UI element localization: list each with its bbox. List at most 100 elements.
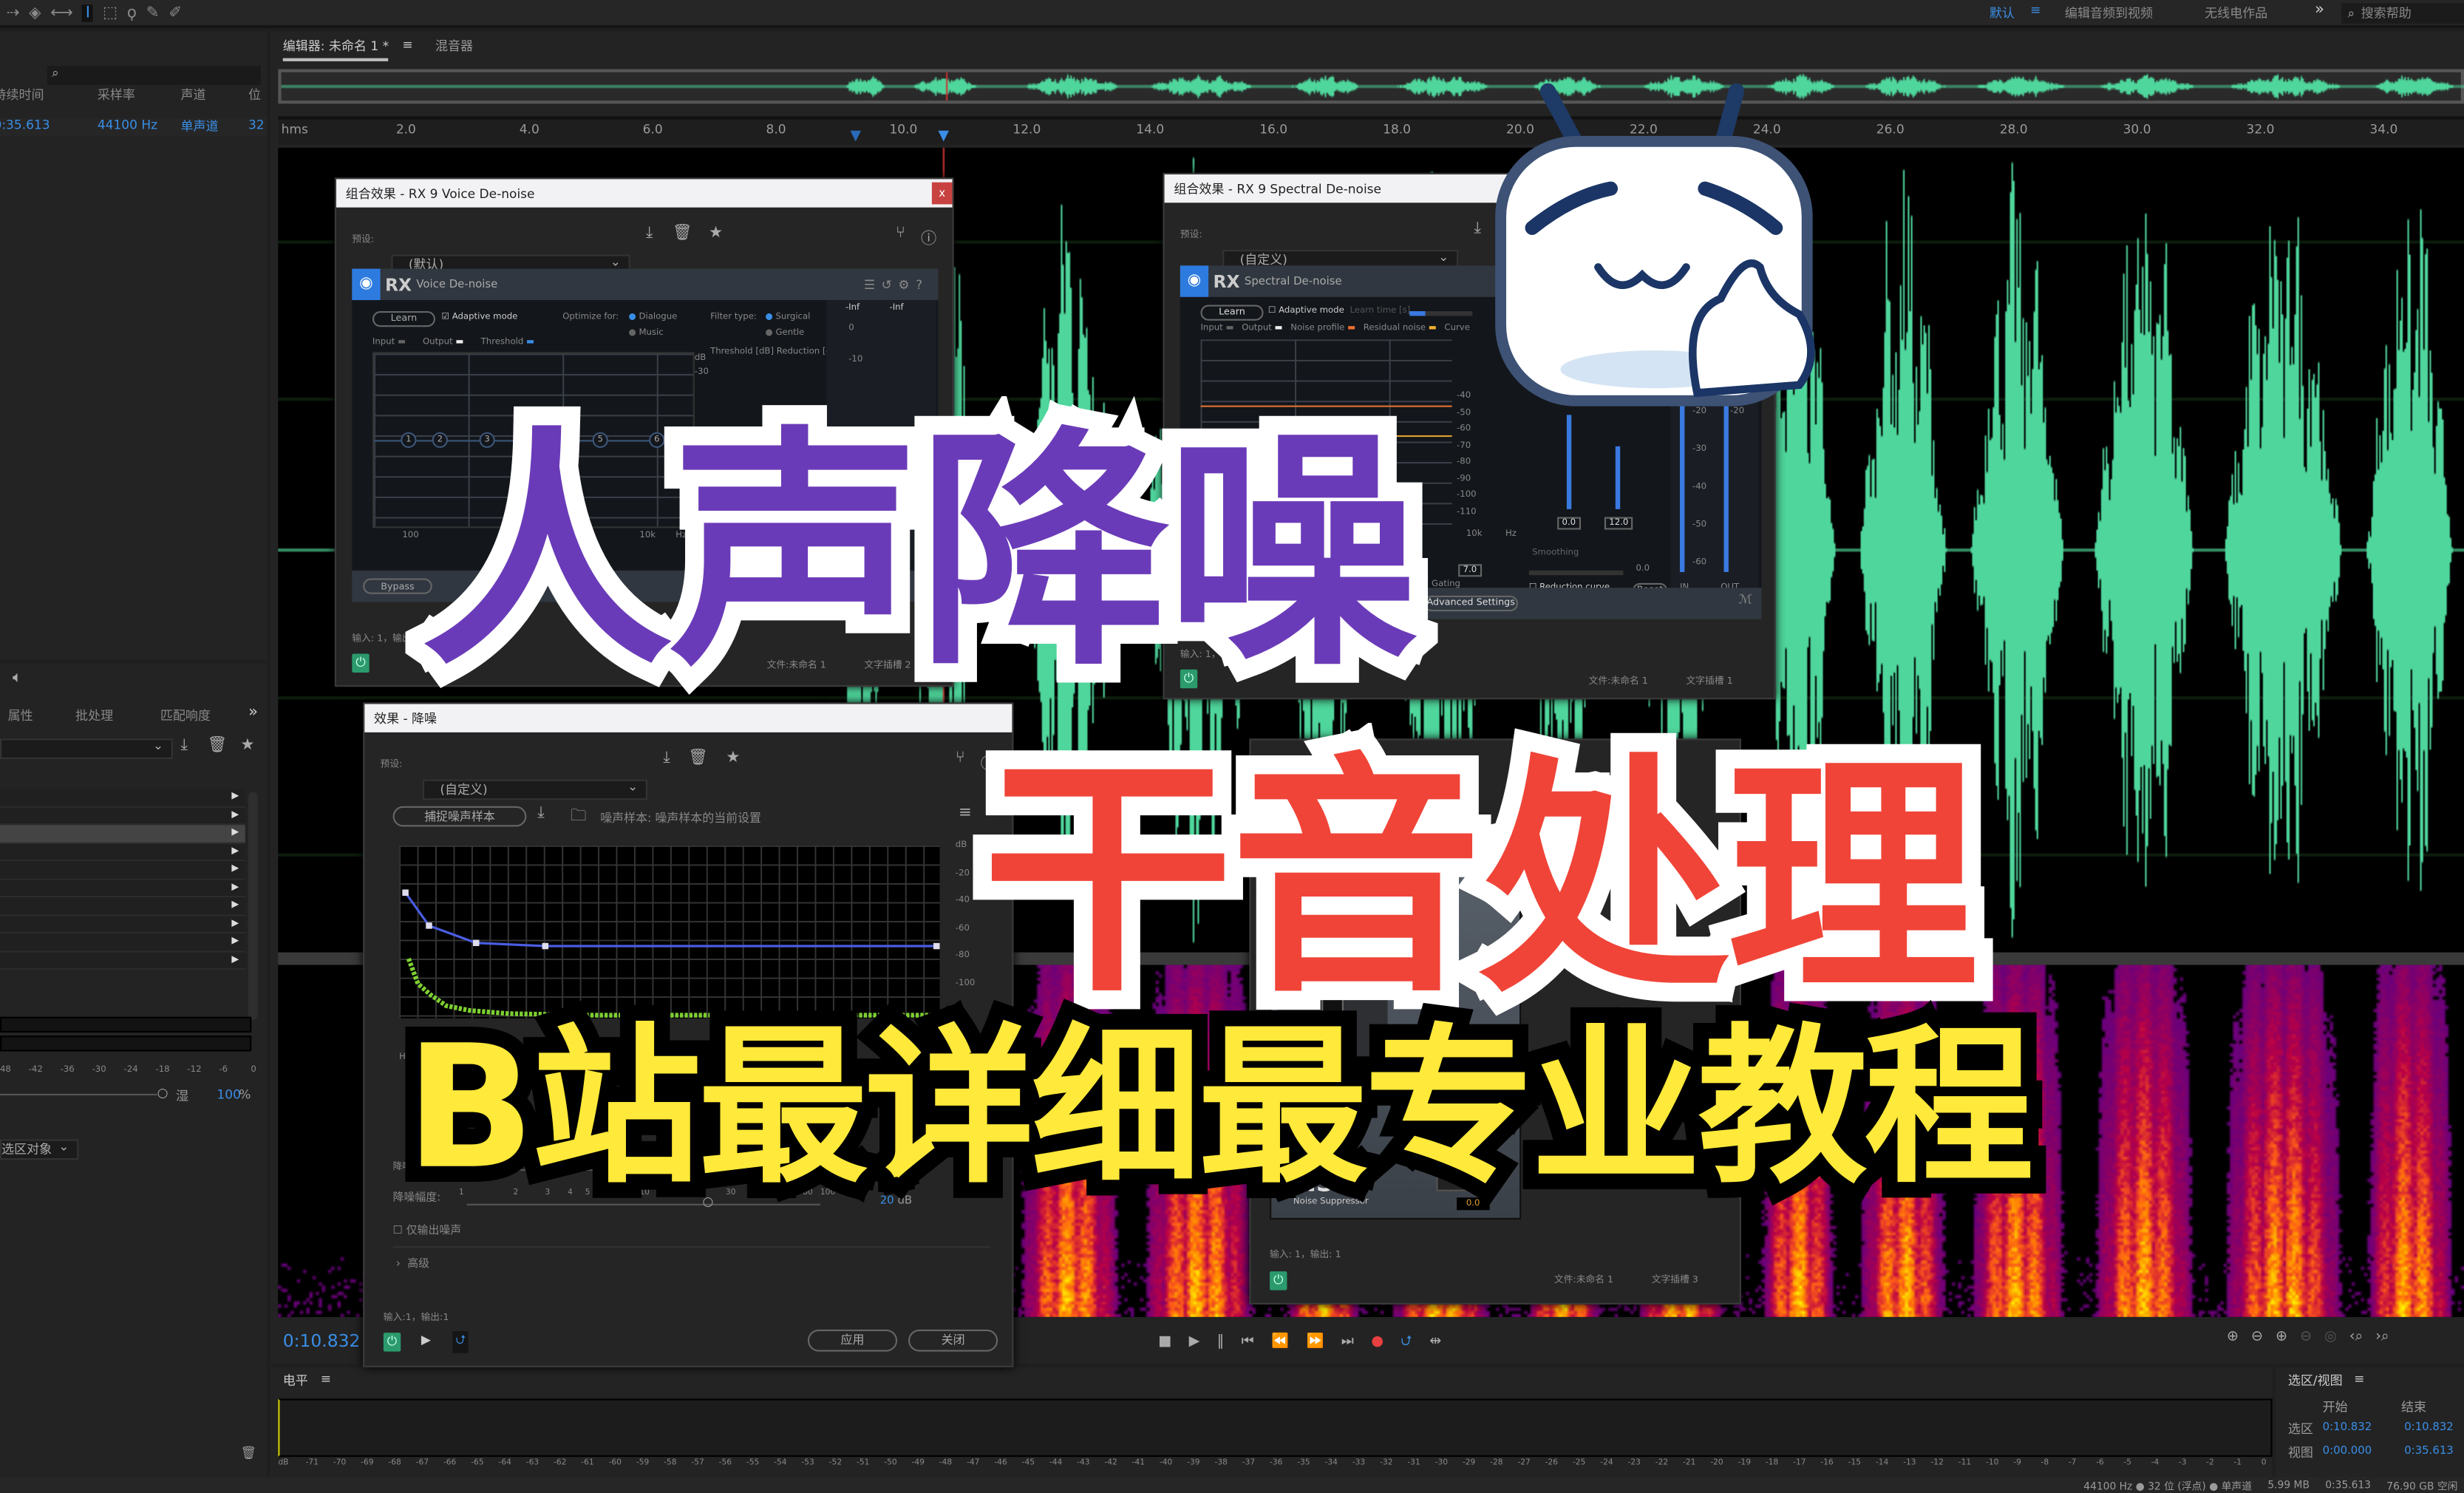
process-dropdown[interactable]: 选区对象 [0, 1137, 79, 1160]
zoom-in-left-icon[interactable]: ‹⌕ [2349, 1330, 2363, 1345]
adaptive-checkbox[interactable]: ☐ Adaptive mode [1268, 307, 1344, 316]
time-ruler[interactable]: hms 2.0 4.0 6.0 8.0 10.0 12.0 14.0 16.0 18.0 20.0… [278, 116, 2464, 145]
radio-gentle[interactable]: ● Gentle [765, 328, 804, 338]
col-bits[interactable]: 位 [248, 86, 261, 103]
file-row[interactable]: 0:35.613 44100 Hz 单声道 32 [0, 118, 268, 137]
dialog-title-bar[interactable]: 组合效果 - RX 9 Voice De-noise [336, 179, 953, 208]
mix-slider-track[interactable] [0, 1093, 157, 1096]
close-button[interactable]: x [931, 182, 953, 205]
brush-tool-icon[interactable]: ✎ [146, 4, 160, 21]
col-duration[interactable]: 持续时间 [0, 86, 44, 103]
slot-expand-icon[interactable]: ▶ [231, 791, 239, 802]
tab-batch[interactable]: 批处理 [75, 707, 113, 724]
tab-mixer[interactable]: 混音器 [435, 38, 473, 55]
learn-time-slider[interactable] [1409, 311, 1473, 316]
zoom-in-right-icon[interactable]: ›⌕ [2375, 1330, 2389, 1345]
radio-dialogue[interactable]: ● Dialogue [629, 313, 678, 322]
effect-slot[interactable]: ▶ [0, 879, 245, 898]
learn-button[interactable]: Learn [1200, 305, 1264, 321]
open-folder-icon[interactable]: 🗀 [571, 805, 586, 831]
slot-expand-icon[interactable]: ▶ [231, 917, 239, 928]
threshold-value[interactable]: 0.0 [1557, 517, 1581, 530]
pause-icon[interactable]: ‖ [1217, 1334, 1225, 1350]
effect-slot[interactable]: ▶ [0, 897, 245, 916]
preview-play-icon[interactable]: ▶ [421, 1333, 431, 1347]
stop-icon[interactable]: ■ [1158, 1334, 1171, 1350]
gating-value[interactable]: 7.0 [1458, 564, 1482, 577]
workspace-radio[interactable]: 无线电作品 [2205, 4, 2267, 21]
levels-menu-icon[interactable]: ≡ [321, 1372, 331, 1386]
favorite-icon[interactable]: ★ [709, 225, 723, 242]
selection-view-menu-icon[interactable]: ≡ [2354, 1372, 2364, 1386]
zoom-in-amplitude-icon[interactable]: ⊕ [2227, 1330, 2239, 1345]
effect-slot[interactable]: ▶ [0, 843, 245, 862]
time-selection-tool-icon[interactable]: I [82, 4, 94, 21]
col-samplerate[interactable]: 采样率 [98, 86, 135, 103]
adaptive-checkbox[interactable]: ☑ Adaptive mode [441, 313, 517, 322]
effect-slot[interactable]: ▶ [0, 861, 245, 880]
workspace-menu-icon[interactable]: ≡ [2030, 3, 2041, 17]
slot-expand-icon[interactable]: ▶ [231, 863, 239, 874]
slot-expand-icon[interactable]: ▶ [231, 826, 239, 837]
smoothing-slider[interactable] [1528, 570, 1624, 576]
effect-slot[interactable]: ▶ [0, 951, 245, 970]
slip-tool-icon[interactable]: ◈ [29, 4, 41, 21]
workspace-default[interactable]: 默认 [1990, 4, 2015, 21]
advanced-settings-button[interactable]: Advanced Settings [1423, 595, 1518, 612]
save-preset-icon[interactable]: ⤓ [663, 749, 670, 766]
rewind-icon[interactable]: ⏪ [1271, 1334, 1289, 1350]
selection-start-marker[interactable]: ▼ [850, 129, 861, 144]
effect-slot[interactable]: ▶ [0, 806, 245, 826]
view-start[interactable]: 0:00.000 [2323, 1444, 2372, 1457]
reduction-value[interactable]: 12.0 [1604, 517, 1633, 530]
favorite-icon[interactable]: ★ [726, 749, 740, 766]
effect-slot[interactable]: ▶ [0, 933, 245, 952]
smoothing-value[interactable]: 0.0 [1636, 564, 1650, 574]
slot-expand-icon[interactable]: ▶ [231, 881, 239, 892]
radio-music[interactable]: ● Music [629, 328, 664, 338]
skip-start-icon[interactable]: ⏮ [1242, 1334, 1254, 1350]
effect-slot[interactable]: ▶ [0, 825, 245, 843]
tab-match-loudness[interactable]: 匹配响度 [160, 707, 211, 724]
zoom-out-amplitude-icon[interactable]: ⊖ [2251, 1330, 2263, 1345]
delete-preset-icon[interactable]: 🗑︎ [673, 225, 692, 242]
fast-forward-icon[interactable]: ⏩ [1307, 1334, 1324, 1350]
slot-expand-icon[interactable]: ▶ [231, 845, 239, 856]
save-noise-print-icon[interactable]: ⤓ [537, 805, 544, 822]
spot-healing-icon[interactable]: ✐ [169, 4, 182, 21]
skip-end-icon[interactable]: ⏭ [1341, 1334, 1354, 1350]
trash-icon[interactable]: 🗑︎ [240, 1446, 256, 1460]
zoom-full-icon[interactable]: ◎ [2324, 1330, 2337, 1345]
routing-icon[interactable]: ⑂ [896, 225, 905, 242]
menu-icon[interactable]: ≡ [959, 805, 972, 822]
advanced-toggle[interactable]: › 高级 [396, 1256, 429, 1271]
preset-select[interactable]: (自定义) [422, 778, 648, 800]
delete-preset-icon[interactable]: 🗑︎ [688, 749, 708, 766]
more-tabs-button[interactable]: » [248, 704, 258, 721]
time-stretch-icon[interactable]: ⟷ [50, 4, 72, 21]
slot-expand-icon[interactable]: ▶ [231, 809, 239, 820]
playhead-marker[interactable]: ▼ [938, 129, 949, 144]
capture-noise-print-button[interactable]: 捕捉噪声样本 [392, 806, 527, 827]
routing-icon[interactable]: ⑂ [956, 749, 965, 766]
power-button[interactable]: ⏻ [383, 1333, 401, 1352]
delete-preset-icon[interactable]: 🗑︎ [208, 737, 228, 754]
files-search-input[interactable]: ⌕ [47, 66, 261, 85]
zoom-in-time-icon[interactable]: ⊕ [2276, 1330, 2287, 1345]
mix-slider-handle[interactable]: ○ [157, 1086, 169, 1100]
current-time[interactable]: 0:10.832 [283, 1331, 361, 1352]
rack-scrollbar[interactable] [248, 792, 258, 1020]
play-icon[interactable]: ▶ [1189, 1334, 1200, 1350]
editor-menu-icon[interactable]: ≡ [402, 38, 412, 52]
loop-icon[interactable]: ⮍ [1401, 1330, 1412, 1355]
reduction-slider[interactable] [1615, 446, 1621, 509]
move-tool-icon[interactable]: ⇢ [7, 4, 20, 21]
col-channels[interactable]: 声道 [181, 86, 206, 103]
learn-button[interactable]: Learn [372, 311, 435, 327]
band-node[interactable]: 1 [401, 432, 417, 448]
apply-button[interactable]: 应用 [807, 1329, 898, 1352]
save-preset-icon[interactable]: ⤓ [1474, 220, 1480, 237]
effect-slot[interactable]: ▶ [0, 915, 245, 934]
save-preset-icon[interactable]: ⤓ [181, 737, 188, 754]
effect-slot[interactable]: ▶ [0, 789, 245, 807]
